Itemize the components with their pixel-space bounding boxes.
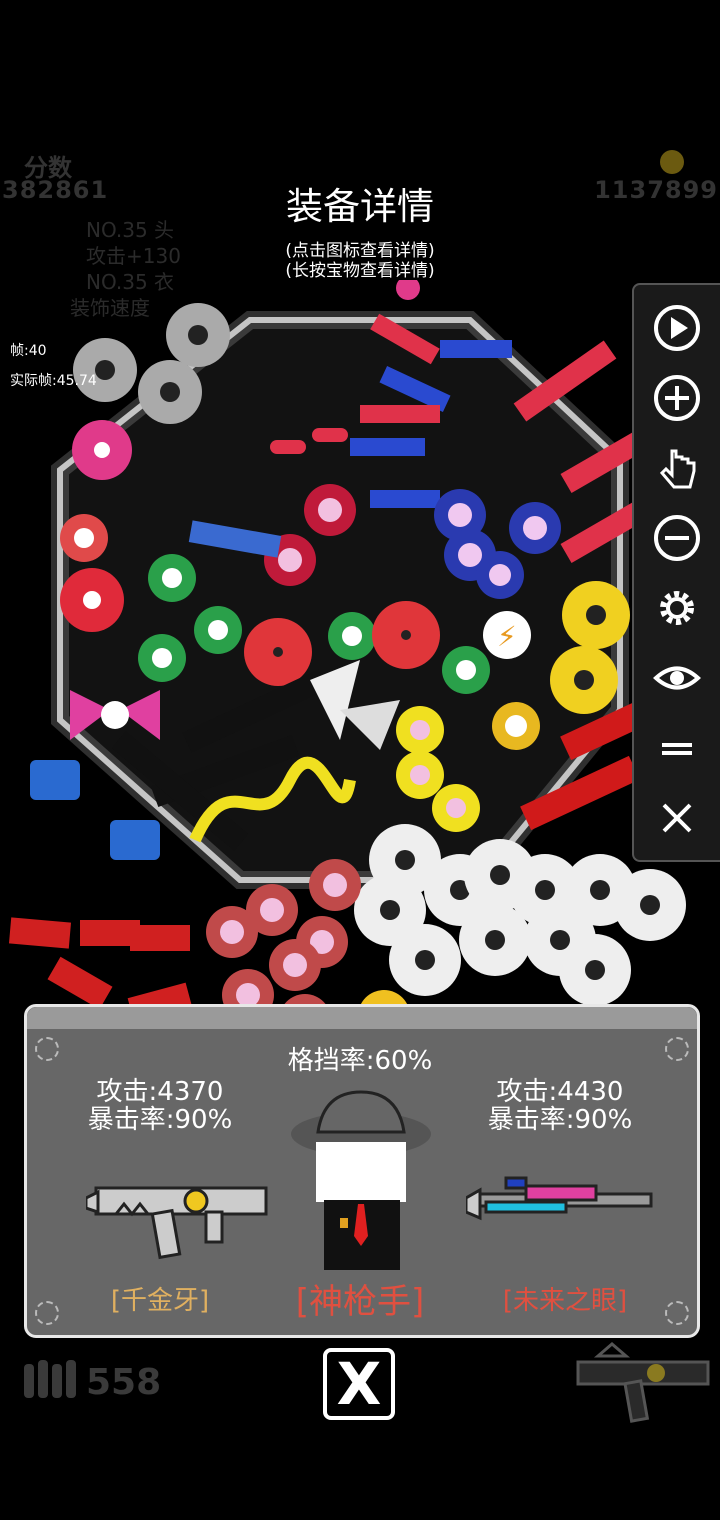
- left-weapon-name[interactable]: [千金牙]: [90, 1280, 230, 1317]
- ammo-count: 558: [86, 1362, 162, 1403]
- right-weapon-icon[interactable]: [466, 1172, 656, 1232]
- zoom-in-icon[interactable]: [652, 373, 702, 423]
- right-weapon-crit: 暴击率:90%: [487, 1105, 633, 1135]
- menu-icon[interactable]: [652, 723, 702, 773]
- treasure-pile[interactable]: ⚡: [0, 280, 720, 1060]
- right-weapon-attack: 攻击:4430: [496, 1077, 624, 1107]
- zoom-out-icon[interactable]: [652, 513, 702, 563]
- left-weapon-attack: 攻击:4370: [96, 1077, 224, 1107]
- left-weapon-crit: 暴击率:90%: [87, 1105, 233, 1135]
- screw-icon: [665, 1037, 689, 1061]
- close-button-label[interactable]: X: [323, 1350, 395, 1418]
- right-toolbar: [632, 283, 720, 862]
- eye-icon[interactable]: [652, 653, 702, 703]
- coin-icon: [660, 150, 684, 174]
- right-weapon-name[interactable]: [未来之眼]: [480, 1280, 650, 1317]
- play-icon[interactable]: [652, 303, 702, 353]
- character-name[interactable]: [神枪手]: [270, 1274, 450, 1323]
- block-rate: 格挡率:60%: [287, 1046, 433, 1076]
- close-icon[interactable]: [652, 793, 702, 843]
- left-weapon-icon[interactable]: [86, 1168, 276, 1260]
- character-avatar[interactable]: [288, 1086, 434, 1270]
- gear-icon[interactable]: [652, 583, 702, 633]
- ammo-icon: [24, 1360, 76, 1398]
- screw-icon: [35, 1301, 59, 1325]
- fps-readout: 帧:40: [10, 343, 47, 359]
- svg-text:⚡: ⚡: [497, 620, 517, 653]
- page-title: 装备详情: [286, 185, 434, 228]
- screw-icon: [665, 1301, 689, 1325]
- real-fps-readout: 实际帧:45.74: [10, 373, 97, 389]
- screw-icon: [35, 1037, 59, 1061]
- current-weapon-icon[interactable]: [568, 1340, 718, 1424]
- hint-hold: (长按宝物查看详情): [285, 261, 435, 281]
- hand-pointer-icon[interactable]: [652, 443, 702, 493]
